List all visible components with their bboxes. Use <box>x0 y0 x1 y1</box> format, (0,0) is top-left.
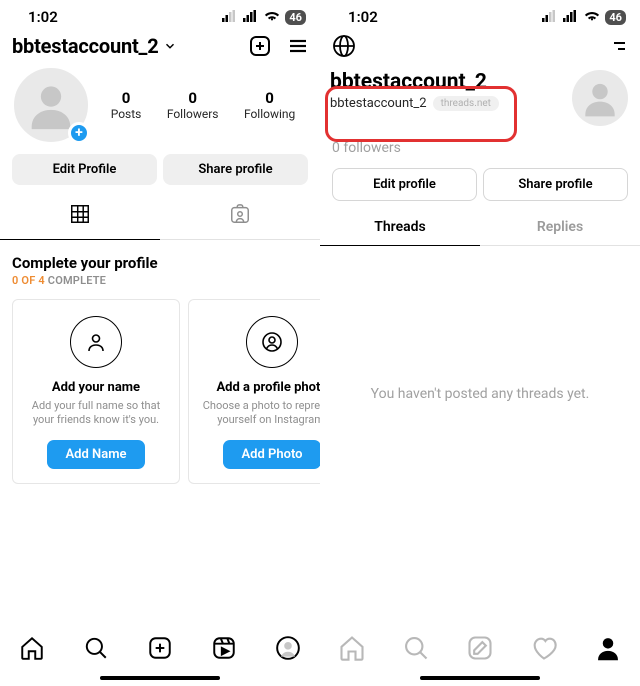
t-edit-profile-button[interactable]: Edit profile <box>332 168 477 201</box>
add-name-button[interactable]: Add Name <box>47 440 144 469</box>
add-photo-button[interactable]: Add Photo <box>223 440 320 469</box>
wifi-icon <box>584 8 600 26</box>
add-story-badge[interactable]: + <box>68 122 90 144</box>
handle-text: bbtestaccount_2 <box>330 96 427 111</box>
nav-compose-icon[interactable] <box>466 634 494 666</box>
nav-reels-icon[interactable] <box>211 635 237 665</box>
chevron-down-icon <box>163 34 177 58</box>
profile-avatar[interactable]: + <box>12 66 90 144</box>
nav-profile-icon[interactable] <box>594 634 622 666</box>
status-time: 1:02 <box>28 8 58 26</box>
complete-profile-progress: 0 OF 4 COMPLETE <box>12 274 308 287</box>
tab-tagged[interactable] <box>160 193 320 239</box>
profile-stats-row: + 0 Posts 0 Followers 0 Following <box>0 66 320 154</box>
profile-tabs <box>0 193 320 240</box>
stat-posts[interactable]: 0 Posts <box>111 89 142 122</box>
nav-home-icon[interactable] <box>19 635 45 665</box>
threads-profile-info: bbtestaccount_2 bbtestaccount_2 threads.… <box>320 66 640 126</box>
followers-count[interactable]: 0 followers <box>320 126 640 168</box>
display-name: bbtestaccount_2 <box>330 70 499 94</box>
card-add-photo: Add a profile photo Choose a photo to re… <box>188 299 320 484</box>
home-indicator <box>100 676 220 680</box>
home-indicator <box>420 676 540 680</box>
status-time: 1:02 <box>348 8 378 26</box>
threads-screen: 1:02 46 bbtestaccount_2 bbtestaccount_2 … <box>320 0 640 686</box>
wifi-icon <box>264 8 280 26</box>
create-post-button[interactable] <box>248 34 272 58</box>
card-desc: Add your full name so that your friends … <box>23 399 169 428</box>
nav-create-icon[interactable] <box>147 635 173 665</box>
threads-tabs: Threads Replies <box>320 209 640 246</box>
threads-avatar[interactable] <box>572 70 628 126</box>
threads-header <box>320 28 640 66</box>
battery-pill: 46 <box>605 10 626 25</box>
status-bar: 1:02 46 <box>320 0 640 28</box>
tagged-icon <box>229 203 251 229</box>
cellular-icon <box>243 8 259 26</box>
empty-state-text: You haven't posted any threads yet. <box>320 386 640 402</box>
onboarding-cards[interactable]: Add your name Add your full name so that… <box>0 293 320 484</box>
two-line-menu-button[interactable] <box>604 34 628 58</box>
nav-activity-icon[interactable] <box>530 634 558 666</box>
hamburger-menu-button[interactable] <box>286 34 310 58</box>
nav-search-icon[interactable] <box>83 635 109 665</box>
person-outline-icon <box>70 316 122 368</box>
status-right: 46 <box>222 8 306 26</box>
status-right: 46 <box>542 8 626 26</box>
grid-icon <box>69 203 91 229</box>
username-dropdown[interactable]: bbtestaccount_2 <box>12 34 177 58</box>
profile-buttons: Edit Profile Share profile <box>0 154 320 193</box>
card-desc: Choose a photo to represent yourself on … <box>199 399 320 428</box>
tab-grid[interactable] <box>0 193 160 239</box>
tab-threads[interactable]: Threads <box>320 209 480 245</box>
globe-icon[interactable] <box>332 34 356 58</box>
ig-header: bbtestaccount_2 <box>0 28 320 66</box>
edit-profile-button[interactable]: Edit Profile <box>12 154 157 185</box>
card-add-name: Add your name Add your full name so that… <box>12 299 180 484</box>
card-title: Add your name <box>23 380 169 395</box>
card-title: Add a profile photo <box>199 380 320 395</box>
complete-profile-section: Complete your profile 0 OF 4 COMPLETE <box>0 240 320 293</box>
cellular-icon <box>563 8 579 26</box>
threads-net-badge[interactable]: threads.net <box>433 96 499 111</box>
battery-pill: 46 <box>285 10 306 25</box>
header-username: bbtestaccount_2 <box>12 34 159 58</box>
threads-buttons: Edit profile Share profile <box>320 168 640 209</box>
dual-sim-icon <box>542 8 558 26</box>
stat-following[interactable]: 0 Following <box>244 89 295 122</box>
stat-followers[interactable]: 0 Followers <box>167 89 219 122</box>
person-circle-icon <box>246 316 298 368</box>
t-share-profile-button[interactable]: Share profile <box>483 168 628 201</box>
instagram-screen: 1:02 46 bbtestaccount_2 <box>0 0 320 686</box>
nav-search-icon[interactable] <box>402 634 430 666</box>
share-profile-button[interactable]: Share profile <box>163 154 308 185</box>
status-bar: 1:02 46 <box>0 0 320 28</box>
tab-replies[interactable]: Replies <box>480 209 640 245</box>
complete-profile-title: Complete your profile <box>12 254 308 272</box>
dual-sim-icon <box>222 8 238 26</box>
nav-home-icon[interactable] <box>338 634 366 666</box>
nav-profile-icon[interactable] <box>275 635 301 665</box>
